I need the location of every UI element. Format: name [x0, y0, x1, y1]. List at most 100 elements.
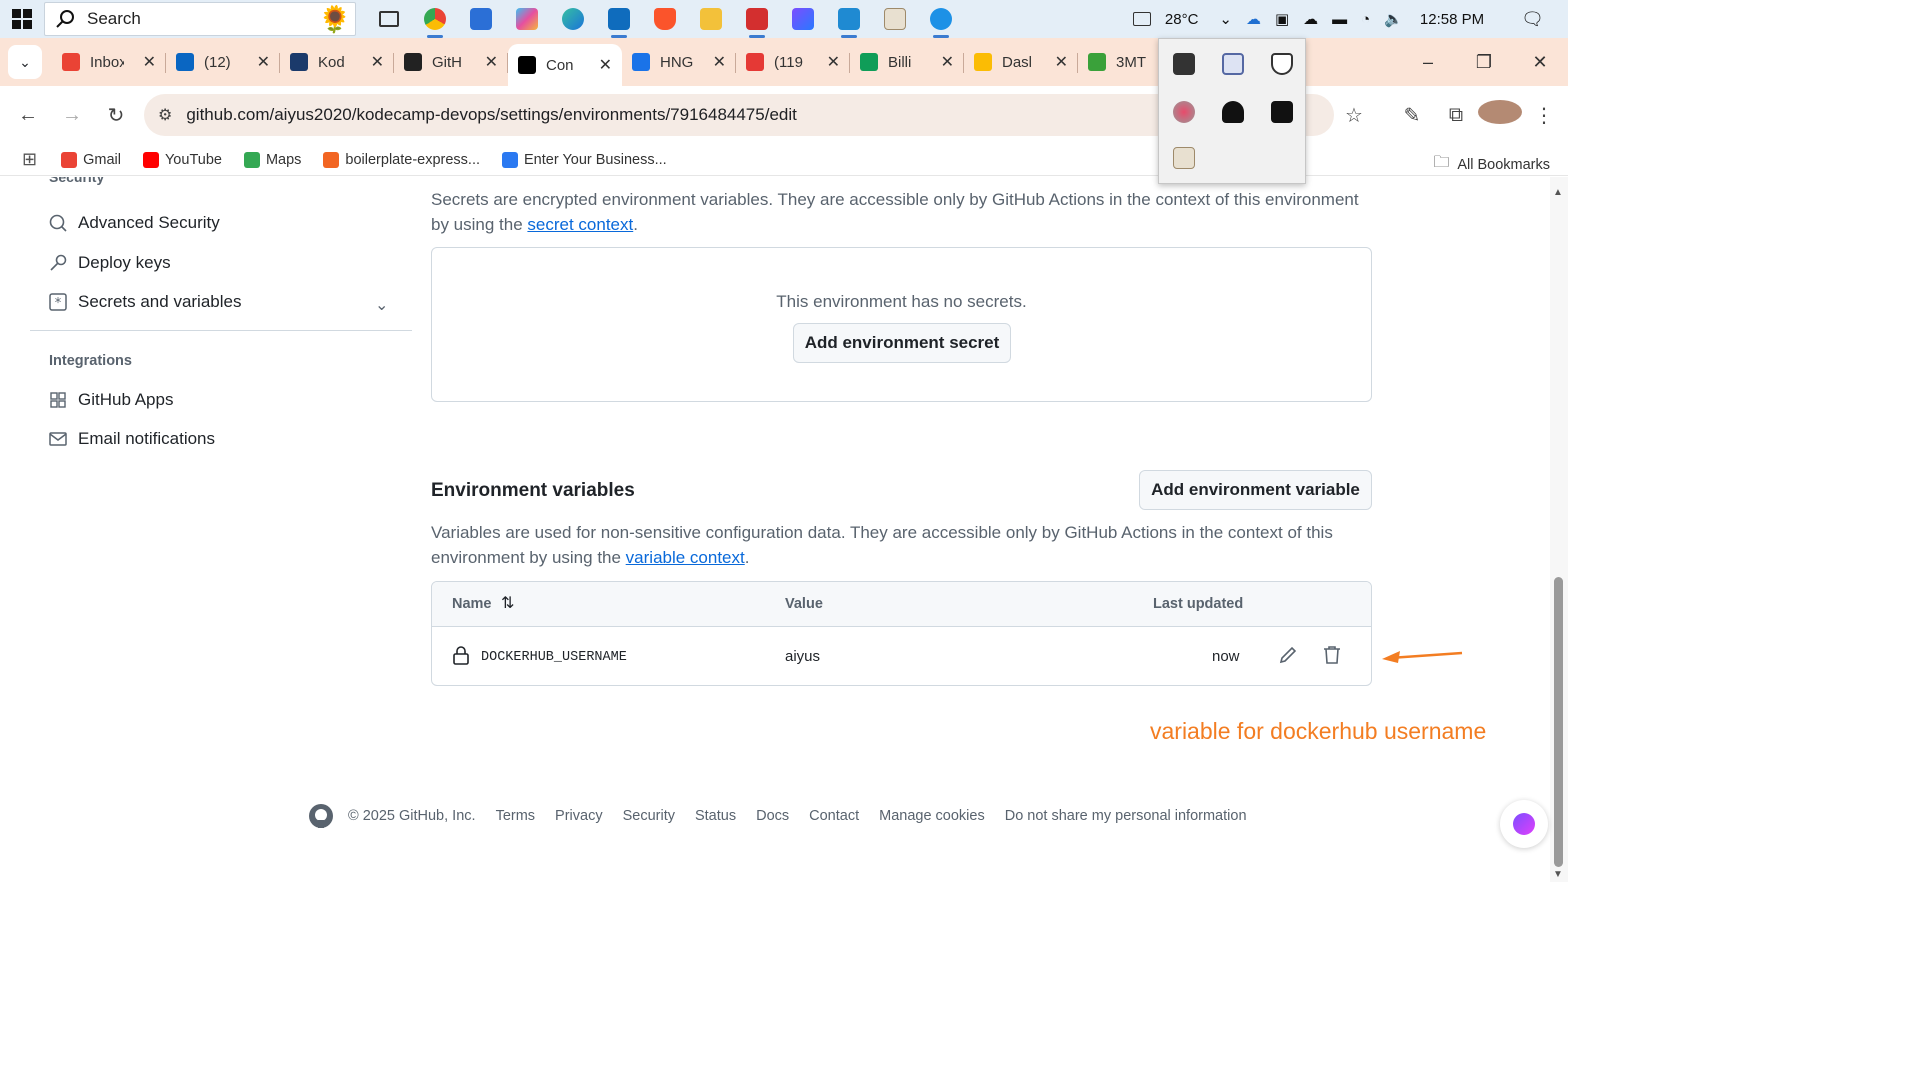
sidebar-item-advanced-security[interactable]: Advanced Security — [48, 213, 220, 233]
secret-context-link[interactable]: secret context — [527, 215, 633, 234]
footer-link-status[interactable]: Status — [695, 808, 736, 824]
chevron-down-icon[interactable]: ⌄ — [375, 295, 388, 315]
assistant-button[interactable] — [1500, 800, 1548, 848]
bookmark-item[interactable]: boilerplate-express... — [323, 151, 480, 168]
close-tab-icon[interactable]: ✕ — [143, 52, 156, 72]
bookmark-star-icon[interactable]: ☆ — [1332, 103, 1376, 128]
menu-icon[interactable]: ⋮ — [1522, 103, 1566, 128]
clock-time[interactable]: 12:58 PM — [1420, 11, 1484, 28]
taskbar-outlook[interactable] — [596, 0, 642, 38]
taskbar-docker[interactable] — [918, 0, 964, 38]
sidebar-item-github-apps[interactable]: GitHub Apps — [48, 390, 173, 410]
volume-icon[interactable]: 🔈 — [1384, 10, 1403, 28]
minimize-button[interactable]: – — [1400, 52, 1456, 73]
taskbar-store[interactable] — [458, 0, 504, 38]
restore-button[interactable]: ❐ — [1456, 52, 1512, 73]
address-bar[interactable]: ⚙ github.com/aiyus2020/kodecamp-devops/s… — [144, 94, 1334, 136]
address-url[interactable]: github.com/aiyus2020/kodecamp-devops/set… — [186, 105, 797, 125]
footer-link-privacy[interactable]: Privacy — [555, 808, 603, 824]
column-name[interactable]: Name — [452, 596, 492, 612]
back-button[interactable]: ← — [6, 104, 50, 127]
windows-start-button[interactable] — [0, 0, 44, 38]
widgets-icon[interactable] — [1132, 12, 1151, 26]
bookmark-item[interactable]: YouTube — [142, 151, 222, 168]
taskbar-brave[interactable] — [642, 0, 688, 38]
footer-link-contact[interactable]: Contact — [809, 808, 859, 824]
github-logo-icon[interactable] — [308, 803, 334, 829]
variable-context-link[interactable]: variable context — [626, 548, 745, 567]
tab-4[interactable]: GitH ✕ — [394, 43, 508, 81]
add-environment-secret-button[interactable]: Add environment secret — [793, 323, 1011, 363]
tab-search-button[interactable]: ⌄ — [8, 45, 42, 79]
close-tab-icon[interactable]: ✕ — [485, 52, 498, 72]
tab-1[interactable]: Inbox ✕ — [52, 43, 166, 81]
all-bookmarks-button[interactable]: 🗀 All Bookmarks — [1433, 151, 1550, 178]
tab-7[interactable]: (119 ✕ — [736, 43, 850, 81]
weather-temperature[interactable]: 28°C — [1165, 11, 1199, 28]
bookmark-item[interactable]: Enter Your Business... — [502, 151, 667, 168]
footer-link-terms[interactable]: Terms — [496, 808, 535, 824]
bookmark-icon[interactable] — [1271, 101, 1293, 123]
close-tab-icon[interactable]: ✕ — [1055, 52, 1068, 72]
footer-link-security[interactable]: Security — [623, 808, 675, 824]
delete-trash-icon[interactable] — [1323, 645, 1341, 670]
close-tab-icon[interactable]: ✕ — [599, 55, 612, 75]
sidebar-item-email-notifications[interactable]: Email notifications — [48, 429, 215, 449]
taskview-button[interactable] — [366, 0, 412, 38]
footer-link-docs[interactable]: Docs — [756, 808, 789, 824]
footer-link-manage-cookies[interactable]: Manage cookies — [879, 808, 985, 824]
docker-icon[interactable] — [1222, 101, 1244, 123]
extension-icon-1[interactable] — [1173, 53, 1195, 75]
close-tab-icon[interactable]: ✕ — [371, 52, 384, 72]
taskbar-copilot[interactable] — [504, 0, 550, 38]
close-window-button[interactable]: ✕ — [1512, 52, 1568, 73]
extension-icon-4[interactable] — [1173, 101, 1195, 123]
close-tab-icon[interactable]: ✕ — [941, 52, 954, 72]
tab-3[interactable]: Kod ✕ — [280, 43, 394, 81]
taskbar-edge[interactable] — [550, 0, 596, 38]
bookmark-item[interactable]: Maps — [243, 151, 301, 168]
page-scrollbar[interactable]: ▲ ▼ — [1550, 177, 1568, 882]
bookmark-item[interactable]: Gmail — [61, 151, 121, 168]
meet-icon[interactable]: ▣ — [1275, 10, 1289, 28]
close-tab-icon[interactable]: ✕ — [713, 52, 726, 72]
sidebar-item-secrets-and-variables[interactable]: * Secrets and variables — [48, 292, 241, 312]
tab-2[interactable]: (12) ✕ — [166, 43, 280, 81]
taskbar-wps[interactable] — [734, 0, 780, 38]
tab-5[interactable]: Con ✕ — [508, 44, 622, 86]
footer-link-do-not-share[interactable]: Do not share my personal information — [1005, 808, 1247, 824]
close-tab-icon[interactable]: ✕ — [257, 52, 270, 72]
tab-8[interactable]: Billi ✕ — [850, 43, 964, 81]
sort-ascending-icon[interactable]: ⇅ — [501, 593, 514, 613]
eyedropper-icon[interactable]: ✎ — [1390, 103, 1434, 128]
site-info-icon[interactable]: ⚙ — [158, 105, 172, 125]
battery-icon[interactable]: ▬ — [1332, 11, 1347, 28]
close-tab-icon[interactable]: ✕ — [827, 52, 840, 72]
scrollbar-thumb[interactable] — [1554, 577, 1563, 867]
word-icon[interactable] — [1173, 147, 1195, 169]
notifications-icon[interactable]: 🗨 — [1521, 9, 1544, 30]
wifi-icon[interactable]: ◔ — [1361, 11, 1370, 28]
edit-pencil-icon[interactable] — [1278, 645, 1298, 670]
tab-9[interactable]: Dasl ✕ — [964, 43, 1078, 81]
cloud-sync-icon[interactable]: ☁ — [1303, 10, 1318, 28]
add-environment-variable-button[interactable]: Add environment variable — [1139, 470, 1372, 510]
taskbar-explorer[interactable] — [688, 0, 734, 38]
taskbar-app-purple[interactable] — [780, 0, 826, 38]
scroll-up-arrow[interactable]: ▲ — [1553, 187, 1563, 198]
tab-6[interactable]: HNG ✕ — [622, 43, 736, 81]
sidebar-item-deploy-keys[interactable]: Deploy keys — [48, 253, 171, 273]
taskbar-chrome[interactable] — [412, 0, 458, 38]
extensions-icon[interactable]: ⧉ — [1434, 104, 1478, 127]
forward-button[interactable]: → — [50, 104, 94, 127]
taskbar-vscode[interactable] — [826, 0, 872, 38]
apps-grid-icon[interactable]: ⊞ — [22, 149, 37, 170]
extension-icon-2[interactable] — [1222, 53, 1244, 75]
shield-icon[interactable] — [1271, 53, 1293, 75]
reload-button[interactable]: ↻ — [94, 103, 138, 128]
onedrive-icon[interactable]: ☁ — [1246, 10, 1261, 28]
profile-avatar[interactable] — [1478, 100, 1522, 130]
scroll-down-arrow[interactable]: ▼ — [1553, 869, 1563, 880]
taskbar-search[interactable]: Search 🌻 — [44, 2, 356, 36]
taskbar-word[interactable] — [872, 0, 918, 38]
